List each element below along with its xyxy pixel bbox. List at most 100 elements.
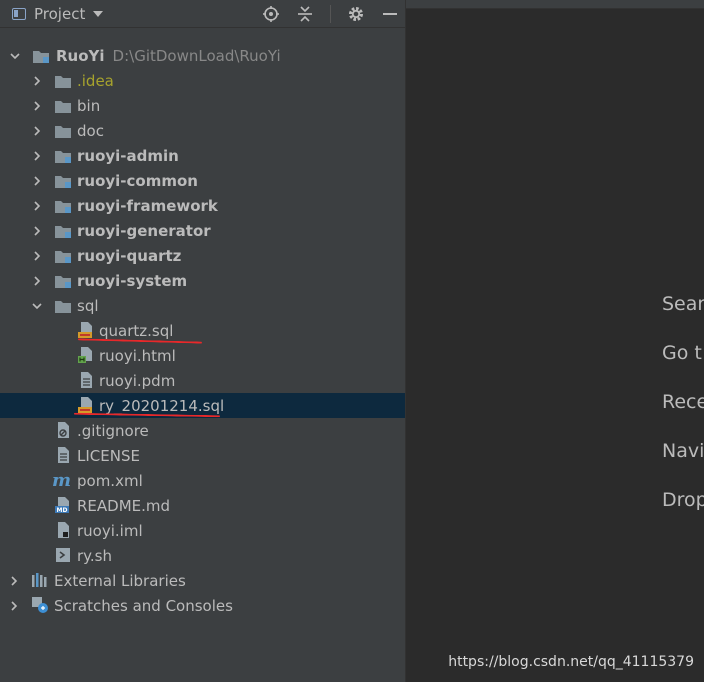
svg-text:MD: MD — [57, 507, 68, 514]
tree-item-label: pom.xml — [77, 471, 143, 490]
hint-navigation-bar: Navi — [662, 440, 704, 462]
chevron-right-icon[interactable] — [32, 200, 42, 211]
tree-item-ruoyi-admin[interactable]: ruoyi-admin — [0, 143, 405, 168]
tree-item-label: LICENSE — [77, 446, 140, 465]
locate-file-icon[interactable] — [262, 5, 280, 23]
chevron-right-icon[interactable] — [32, 250, 42, 261]
tree-item-ruoyi-system[interactable]: ruoyi-system — [0, 268, 405, 293]
svg-text:m: m — [52, 470, 71, 490]
root-path: D:\GitDownLoad\RuoYi — [112, 46, 281, 65]
tree-item-label: .idea — [77, 71, 114, 90]
chevron-right-icon[interactable] — [9, 600, 19, 611]
tree-item-label: ruoyi.html — [99, 346, 176, 365]
project-header: Project — [0, 0, 405, 28]
module-folder-icon — [32, 47, 50, 65]
tree-item-ruoyi-generator[interactable]: ruoyi-generator — [0, 218, 405, 243]
tree-item-ruoyi-html[interactable]: ruoyi.html — [0, 343, 405, 368]
tree-item-label: ruoyi-admin — [77, 146, 179, 165]
module-folder-icon — [54, 222, 72, 240]
tree-item-label: ruoyi.iml — [77, 521, 143, 540]
tree-item-external-libraries[interactable]: External Libraries — [0, 568, 405, 593]
tree-item-label: ruoyi-framework — [77, 196, 218, 215]
watermark-url: https://blog.csdn.net/qq_41115379 — [448, 654, 694, 670]
module-folder-icon — [54, 172, 72, 190]
tree-item-scratches-and-consoles[interactable]: Scratches and Consoles — [0, 593, 405, 618]
tree-item-label: ruoyi-system — [77, 271, 188, 290]
tree-item-label: .gitignore — [77, 421, 149, 440]
chevron-right-icon[interactable] — [32, 275, 42, 286]
tree-item-label: ruoyi-generator — [77, 221, 211, 240]
hint-search-everywhere: Sear — [662, 293, 704, 315]
text-file-icon — [54, 446, 72, 464]
tree-item-readme-md[interactable]: MD README.md — [0, 493, 405, 518]
tree-item-ry-sh[interactable]: ry.sh — [0, 543, 405, 568]
collapse-all-icon[interactable] — [296, 5, 314, 23]
tree-item-label: doc — [77, 121, 104, 140]
dropdown-caret-icon[interactable] — [93, 10, 104, 17]
editor-tab-strip — [406, 0, 704, 9]
root-name: RuoYi — [56, 46, 105, 65]
tree-item-label: sql — [77, 296, 99, 315]
tree-item-label: ry_20201214.sql — [99, 396, 225, 415]
folder-icon — [54, 97, 72, 115]
chevron-right-icon[interactable] — [32, 100, 42, 111]
tree-item-sql[interactable]: sql — [0, 293, 405, 318]
tree-item-quartz-sql[interactable]: quartz.sql — [0, 318, 405, 343]
chevron-right-icon[interactable] — [32, 150, 42, 161]
chevron-down-icon[interactable] — [32, 301, 42, 311]
shell-script-icon — [54, 546, 72, 564]
chevron-right-icon[interactable] — [32, 75, 42, 86]
hint-recent-files: Rece — [662, 391, 704, 413]
folder-icon — [54, 122, 72, 140]
tree-item-license[interactable]: LICENSE — [0, 443, 405, 468]
chevron-down-icon[interactable] — [10, 51, 20, 61]
tree-item-label: External Libraries — [54, 571, 186, 590]
library-icon — [31, 571, 49, 589]
hint-drop-files: Drop — [662, 489, 704, 511]
tree-item-idea[interactable]: .idea — [0, 68, 405, 93]
tree-item-label: ruoyi-quartz — [77, 246, 182, 265]
gitignore-file-icon — [54, 421, 72, 439]
project-window-icon — [12, 7, 26, 20]
tree-item-label: Scratches and Consoles — [54, 596, 233, 615]
markdown-file-icon: MD — [54, 496, 72, 514]
folder-icon — [54, 72, 72, 90]
file-icon — [77, 371, 95, 389]
tree-item-label: README.md — [77, 496, 171, 515]
module-folder-icon — [54, 197, 72, 215]
gear-icon[interactable] — [347, 5, 365, 23]
module-folder-icon — [54, 272, 72, 290]
tree-item-label: ry.sh — [77, 546, 112, 565]
tree-root-ruoyi[interactable]: RuoYi D:\GitDownLoad\RuoYi — [0, 43, 405, 68]
tree-item-ruoyi-framework[interactable]: ruoyi-framework — [0, 193, 405, 218]
tree-item-label: bin — [77, 96, 101, 115]
tree-item-label: ruoyi.pdm — [99, 371, 176, 390]
header-toolbar — [262, 0, 399, 27]
toolbar-separator — [330, 4, 331, 23]
iml-file-icon — [54, 521, 72, 539]
folder-icon — [54, 297, 72, 315]
tree-item-bin[interactable]: bin — [0, 93, 405, 118]
project-tool-window: Project RuoYi D:\GitDownLoad\RuoYi .idea… — [0, 0, 406, 682]
hint-go-to-file: Go t — [662, 342, 702, 364]
tree-item-ruoyi-common[interactable]: ruoyi-common — [0, 168, 405, 193]
tree-item-ruoyi-iml[interactable]: ruoyi.iml — [0, 518, 405, 543]
html-file-icon — [77, 346, 95, 364]
tree-item-doc[interactable]: doc — [0, 118, 405, 143]
sql-file-icon — [77, 321, 95, 339]
minimize-icon[interactable] — [381, 5, 399, 23]
chevron-right-icon[interactable] — [9, 575, 19, 586]
module-folder-icon — [54, 147, 72, 165]
tree-item-label: ruoyi-common — [77, 171, 198, 190]
chevron-right-icon[interactable] — [32, 175, 42, 186]
tree-item-label: quartz.sql — [99, 321, 174, 340]
tree-item-pom-xml[interactable]: m pom.xml — [0, 468, 405, 493]
chevron-right-icon[interactable] — [32, 225, 42, 236]
scratches-icon — [31, 596, 49, 614]
tree-item-ruoyi-pdm[interactable]: ruoyi.pdm — [0, 368, 405, 393]
tree-item-ruoyi-quartz[interactable]: ruoyi-quartz — [0, 243, 405, 268]
chevron-right-icon[interactable] — [32, 125, 42, 136]
module-folder-icon — [54, 247, 72, 265]
tree-item-gitignore[interactable]: .gitignore — [0, 418, 405, 443]
project-view-selector[interactable]: Project — [34, 5, 85, 23]
